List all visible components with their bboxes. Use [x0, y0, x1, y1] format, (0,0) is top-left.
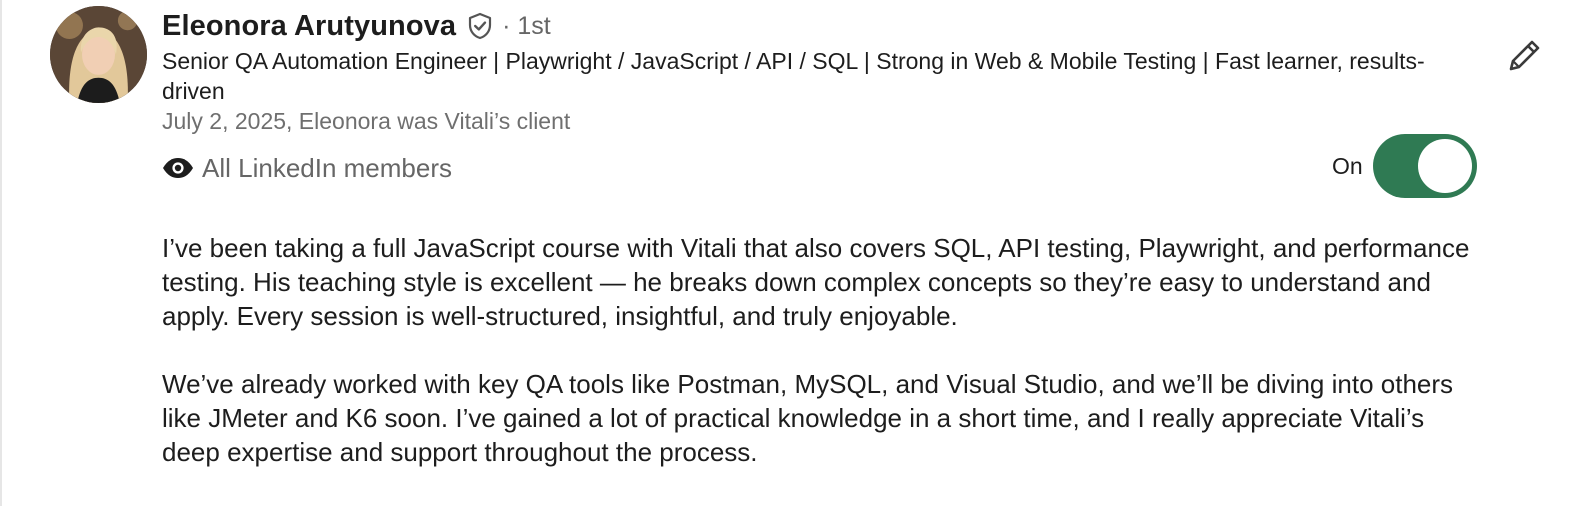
recommender-headline: Senior QA Automation Engineer | Playwrig… [162, 48, 1425, 104]
visibility-toggle[interactable] [1372, 134, 1477, 198]
recommender-name[interactable]: Eleonora Arutyunova [162, 10, 456, 43]
recommendation-paragraph: We’ve already worked with key QA tools l… [162, 369, 1454, 467]
pencil-icon [1509, 40, 1540, 71]
verified-shield-icon [466, 12, 494, 40]
edit-button[interactable] [1502, 32, 1548, 78]
name-row: Eleonora Arutyunova · 1st [162, 8, 551, 44]
recommendation-paragraph: I’ve been taking a full JavaScript cours… [162, 233, 1470, 331]
visibility-label: All LinkedIn members [202, 152, 452, 183]
toggle-label: On [1332, 152, 1363, 179]
eye-icon [162, 157, 194, 179]
recommendation-text: I’ve been taking a full JavaScript cours… [162, 231, 1482, 469]
connection-degree: · 1st [502, 11, 551, 40]
recommendation-card: Eleonora Arutyunova · 1st Senior QA Auto… [0, 0, 1584, 506]
avatar[interactable] [50, 6, 147, 103]
recommendation-meta: July 2, 2025, Eleonora was Vitali’s clie… [162, 108, 571, 134]
visibility-setting: All LinkedIn members [162, 150, 452, 186]
avatar-image [50, 6, 147, 103]
visibility-toggle-group: On [1332, 134, 1477, 198]
toggle-knob [1417, 139, 1472, 193]
